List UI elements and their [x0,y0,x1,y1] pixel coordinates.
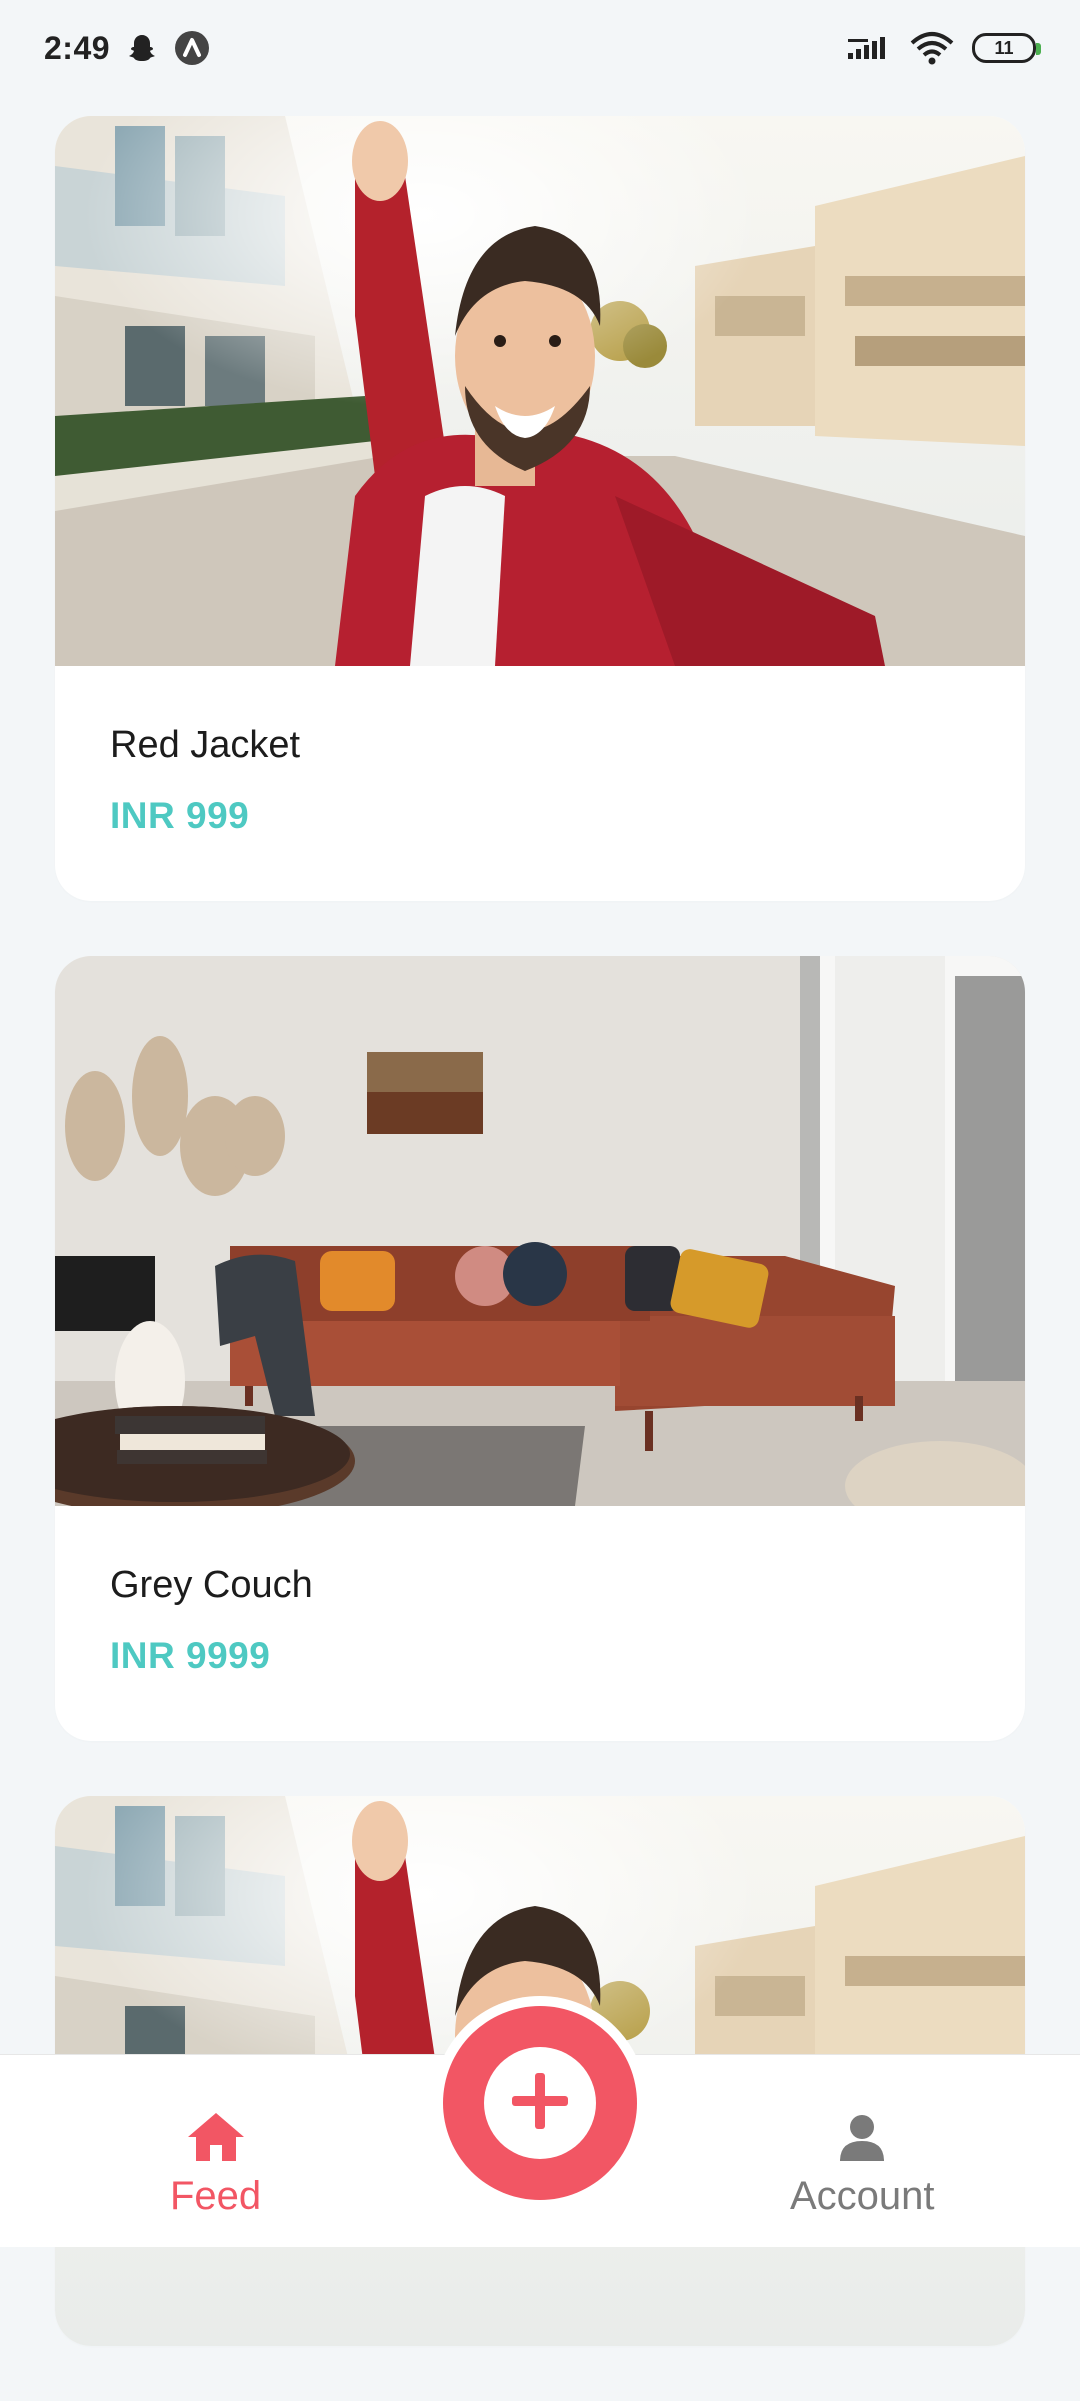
product-price: INR 999 [110,795,250,836]
product-title: Red Jacket [110,724,301,766]
man-red-jacket-selfie-photo [55,116,1025,666]
nav-account-label: Account [790,2174,935,2218]
product-title: Grey Couch [110,1564,313,1606]
add-button-inner [484,2047,596,2159]
status-bar: 2:49 11 [0,0,1080,96]
home-icon [186,2111,246,2168]
living-room-couch-photo [55,956,1025,1506]
battery-icon: 11 [972,33,1041,63]
status-left: 2:49 [44,30,210,67]
add-button-container [433,1996,647,2210]
signal-icon [848,33,892,63]
add-item-button[interactable] [443,2006,637,2200]
status-right: 11 [848,31,1041,65]
feed-card[interactable]: Red Jacket INR 999 [55,116,1025,901]
status-time: 2:49 [44,29,111,66]
nav-feed-tab[interactable]: Feed [170,2111,261,2219]
product-image [55,116,1025,666]
person-icon [836,2111,888,2168]
nav-feed-label: Feed [170,2174,262,2218]
snapchat-ghost-icon [126,32,158,64]
feed-card[interactable]: Grey Couch INR 9999 [55,956,1025,1741]
product-image [55,956,1025,1506]
product-price: INR 9999 [110,1635,271,1676]
card-body: Grey Couch INR 9999 [55,1506,1025,1741]
plus-icon [510,2071,570,2136]
wifi-icon [910,31,954,65]
app-notification-icon [174,30,210,66]
nav-account-tab[interactable]: Account [790,2111,935,2219]
battery-level: 11 [994,37,1014,58]
card-body: Red Jacket INR 999 [55,666,1025,901]
